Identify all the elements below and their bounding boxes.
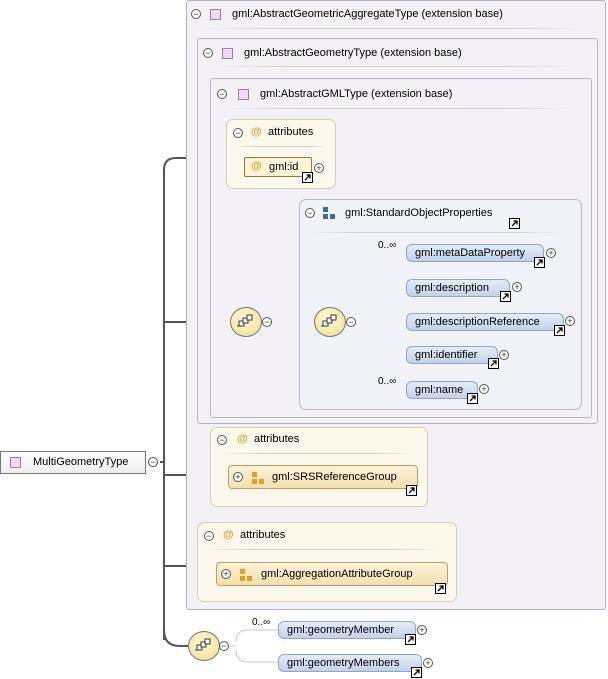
complex-type-icon <box>222 48 233 59</box>
attribute-group-icon <box>240 569 252 581</box>
collapse-icon[interactable]: − <box>204 531 214 541</box>
complex-type-icon <box>238 89 249 100</box>
separator <box>200 28 590 29</box>
attribute-group-srs-reference[interactable]: + gml:SRSReferenceGroup <box>228 465 418 489</box>
link-arrow-icon[interactable] <box>554 325 565 336</box>
collapse-icon[interactable]: − <box>148 457 158 467</box>
separator <box>222 453 412 454</box>
link-arrow-icon[interactable] <box>500 291 511 302</box>
expand-icon[interactable]: + <box>221 569 231 579</box>
collapse-icon[interactable]: − <box>346 317 356 327</box>
attribute-label: gml:id <box>269 161 299 173</box>
attribute-icon: @ <box>251 160 262 172</box>
attributes-title: attributes <box>254 433 300 445</box>
element-metadata-property[interactable]: gml:metaDataProperty <box>406 244 544 262</box>
complex-type-icon <box>10 457 21 468</box>
collapse-icon[interactable]: − <box>305 208 315 218</box>
element-geometry-member[interactable]: gml:geometryMember <box>278 621 416 639</box>
attribute-group-label: gml:SRSReferenceGroup <box>272 471 397 483</box>
collapse-icon[interactable]: − <box>233 128 243 138</box>
attribute-icon: @ <box>223 529 234 541</box>
link-arrow-icon[interactable] <box>435 583 446 594</box>
extension-label: gml:AbstractGMLType (extension base) <box>260 88 453 100</box>
extension-label: gml:AbstractGeometryType (extension base… <box>244 47 462 59</box>
attribute-icon: @ <box>251 126 262 138</box>
expand-icon[interactable]: + <box>512 282 522 292</box>
attribute-icon: @ <box>237 433 248 445</box>
link-arrow-icon[interactable] <box>406 485 417 496</box>
group-label: gml:StandardObjectProperties <box>345 207 493 219</box>
element-identifier[interactable]: gml:identifier <box>406 346 498 364</box>
attributes-title: attributes <box>268 126 314 138</box>
element-description[interactable]: gml:description <box>406 279 510 297</box>
element-geometry-members[interactable]: gml:geometryMembers <box>278 654 422 672</box>
attribute-group-icon <box>252 472 264 484</box>
cardinality-last: 0..∞ <box>378 376 397 387</box>
separator <box>224 108 574 109</box>
link-arrow-icon[interactable] <box>467 393 478 404</box>
group-standard-object-properties <box>299 199 582 410</box>
collapse-icon[interactable]: − <box>219 641 229 651</box>
extension-label: gml:AbstractGeometricAggregateType (exte… <box>232 8 503 20</box>
collapse-icon[interactable]: − <box>203 48 213 58</box>
separator <box>236 146 326 147</box>
collapse-icon[interactable]: − <box>262 317 272 327</box>
expand-icon[interactable]: + <box>499 350 509 360</box>
collapse-icon[interactable]: − <box>191 9 201 19</box>
link-arrow-icon[interactable] <box>411 667 422 678</box>
attributes-title: attributes <box>240 529 286 541</box>
expand-icon[interactable]: + <box>314 163 324 173</box>
element-description-reference[interactable]: gml:descriptionReference <box>406 313 564 331</box>
collapse-icon[interactable]: − <box>217 435 227 445</box>
separator <box>310 232 560 233</box>
separator <box>210 66 580 67</box>
expand-icon[interactable]: + <box>479 384 489 394</box>
separator <box>208 549 438 550</box>
collapse-icon[interactable]: − <box>217 89 227 99</box>
model-group-icon <box>323 207 335 219</box>
cardinality-first: 0..∞ <box>378 240 397 251</box>
sequence-compositor-icon[interactable] <box>314 307 346 337</box>
complex-type-icon <box>210 9 221 20</box>
root-type-multi-geometry[interactable]: MultiGeometryType <box>0 451 146 474</box>
cardinality-geometry-member: 0..∞ <box>252 617 271 628</box>
link-arrow-icon[interactable] <box>509 218 520 229</box>
link-arrow-icon[interactable] <box>302 172 313 183</box>
sequence-compositor-icon[interactable] <box>230 307 262 337</box>
attribute-group-aggregation[interactable]: + gml:AggregationAttributeGroup <box>216 562 448 586</box>
sequence-compositor-icon[interactable] <box>188 631 220 661</box>
expand-icon[interactable]: + <box>423 658 433 668</box>
link-arrow-icon[interactable] <box>534 257 545 268</box>
link-arrow-icon[interactable] <box>488 358 499 369</box>
root-type-label: MultiGeometryType <box>33 456 129 468</box>
link-arrow-icon[interactable] <box>405 634 416 645</box>
expand-icon[interactable]: + <box>565 316 575 326</box>
attribute-group-label: gml:AggregationAttributeGroup <box>261 568 413 580</box>
expand-icon[interactable]: + <box>546 248 556 258</box>
expand-icon[interactable]: + <box>233 472 243 482</box>
expand-icon[interactable]: + <box>417 625 427 635</box>
